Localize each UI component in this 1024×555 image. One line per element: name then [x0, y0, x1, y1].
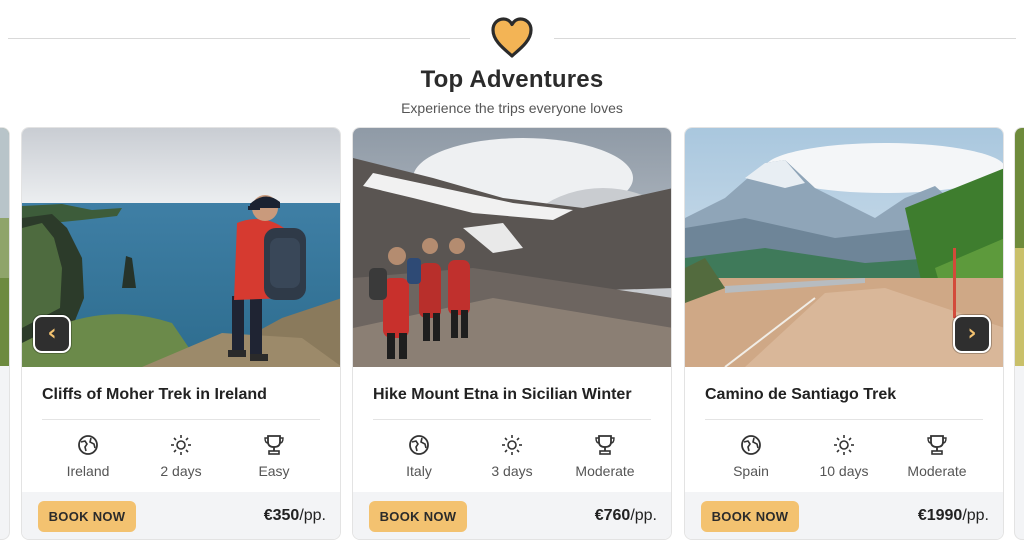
globe-icon [409, 435, 429, 455]
divider [705, 419, 983, 420]
fact-duration: 2 days [135, 434, 227, 484]
fact-country: Italy [373, 434, 465, 484]
book-now-button[interactable]: BOOK NOW [369, 501, 467, 532]
price-unit: /pp. [962, 507, 989, 524]
section-subtitle: Experience the trips everyone loves [401, 100, 623, 116]
price: €1990/pp. [918, 507, 989, 525]
trip-title[interactable]: Camino de Santiago Trek [705, 386, 896, 404]
globe-icon [78, 435, 98, 455]
trip-facts: Italy 3 days Moderate [373, 434, 651, 484]
price-amount: €350 [263, 507, 300, 524]
difficulty-label: Moderate [575, 463, 635, 479]
trip-title[interactable]: Cliffs of Moher Trek in Ireland [42, 386, 267, 404]
country-label: Italy [406, 463, 432, 479]
divider [373, 419, 651, 420]
card-footer: BOOK NOW €760/pp. [353, 492, 671, 539]
volcano-hikers-photo [353, 128, 671, 367]
heart-icon [491, 17, 533, 58]
fact-duration: 3 days [466, 434, 558, 484]
country-label: Spain [733, 463, 769, 479]
price-amount: €1990 [917, 507, 963, 524]
fact-difficulty: Easy [228, 434, 320, 484]
trip-facts: Ireland 2 days Easy [42, 434, 320, 484]
price: €760/pp. [595, 507, 657, 525]
globe-icon [741, 435, 761, 455]
book-now-button[interactable]: BOOK NOW [38, 501, 136, 532]
book-now-button[interactable]: BOOK NOW [701, 501, 799, 532]
difficulty-label: Moderate [907, 463, 967, 479]
fact-country: Spain [705, 434, 797, 484]
trophy-icon [595, 435, 615, 455]
price-unit: /pp. [630, 507, 657, 524]
duration-label: 3 days [491, 463, 533, 479]
trip-facts: Spain 10 days Moderate [705, 434, 983, 484]
section-header: Top Adventures Experience the trips ever… [0, 0, 1024, 124]
carousel-prev-button[interactable]: ‹ [33, 315, 71, 353]
sun-icon [502, 435, 522, 455]
partial-card-left[interactable] [0, 127, 10, 540]
partial-card-right[interactable] [1014, 127, 1024, 540]
fact-duration: 10 days [798, 434, 890, 484]
card-footer: BOOK NOW €350/pp. [22, 492, 340, 539]
divider-left [8, 38, 470, 39]
country-label: Ireland [66, 463, 110, 479]
divider [42, 419, 320, 420]
trophy-icon [927, 435, 947, 455]
sun-icon [834, 435, 854, 455]
duration-label: 10 days [819, 463, 869, 479]
section-title: Top Adventures [420, 66, 604, 93]
sun-icon [171, 435, 191, 455]
trophy-icon [264, 435, 284, 455]
trip-title[interactable]: Hike Mount Etna in Sicilian Winter [373, 386, 632, 404]
price-amount: €760 [594, 507, 631, 524]
divider-right [554, 38, 1016, 39]
card-footer: BOOK NOW €1990/pp. [685, 492, 1003, 539]
price-unit: /pp. [299, 507, 326, 524]
fact-country: Ireland [42, 434, 134, 484]
fact-difficulty: Moderate [891, 434, 983, 484]
difficulty-label: Easy [258, 463, 290, 479]
price: €350/pp. [264, 507, 326, 525]
duration-label: 2 days [160, 463, 202, 479]
fact-difficulty: Moderate [559, 434, 651, 484]
partial-card-photo [0, 128, 9, 366]
carousel-next-button[interactable]: › [953, 315, 991, 353]
trip-card[interactable]: Hike Mount Etna in Sicilian Winter Italy… [352, 127, 672, 540]
partial-card-photo [1015, 128, 1024, 366]
